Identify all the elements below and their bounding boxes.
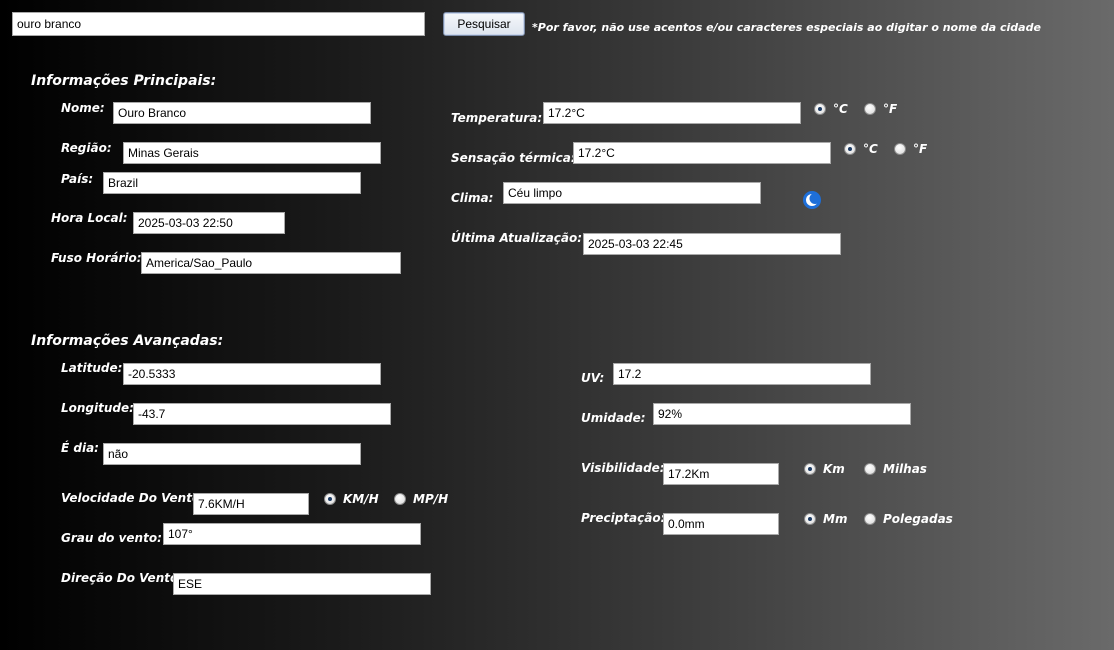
humidity-field[interactable] (653, 403, 911, 425)
wind-direction-field[interactable] (173, 573, 431, 595)
wind-kmh-radio[interactable] (324, 493, 336, 505)
wind-kmh-label: KM/H (343, 492, 379, 506)
precipitation-mm-radio[interactable] (804, 513, 816, 525)
main-info-title: Informações Principais: (31, 73, 217, 89)
wind-degree-label: Grau do vento: (61, 531, 162, 545)
wind-speed-label: Velocidade Do Vento: (61, 491, 205, 505)
country-field[interactable] (103, 172, 361, 194)
temperature-celsius-radio[interactable] (814, 103, 826, 115)
search-note: *Por favor, não use acentos e/ou caracte… (532, 21, 1041, 34)
latitude-field[interactable] (123, 363, 381, 385)
is-day-field[interactable] (103, 443, 361, 465)
crescent-moon-icon (803, 191, 821, 209)
search-button[interactable]: Pesquisar (443, 12, 525, 36)
humidity-label: Umidade: (581, 411, 646, 425)
region-label: Região: (61, 141, 112, 155)
name-label: Nome: (61, 101, 105, 115)
last-update-label: Última Atualização: (451, 231, 583, 245)
country-label: País: (61, 172, 94, 186)
uv-label: UV: (581, 371, 605, 385)
feels-like-celsius-label: °C (863, 142, 878, 156)
city-search-input[interactable] (12, 12, 425, 36)
temperature-field[interactable] (543, 102, 801, 124)
longitude-label: Longitude: (61, 401, 134, 415)
precipitation-inches-label: Polegadas (883, 512, 953, 526)
visibility-km-label: Km (823, 462, 845, 476)
feels-like-fahrenheit-radio[interactable] (894, 143, 906, 155)
timezone-field[interactable] (141, 252, 401, 274)
uv-field[interactable] (613, 363, 871, 385)
local-time-label: Hora Local: (51, 211, 128, 225)
climate-field[interactable] (503, 182, 761, 204)
visibility-label: Visibilidade: (581, 461, 665, 475)
local-time-field[interactable] (133, 212, 285, 234)
precipitation-inches-radio[interactable] (864, 513, 876, 525)
wind-mph-label: MP/H (413, 492, 449, 506)
advanced-info-title: Informações Avançadas: (31, 333, 224, 349)
visibility-miles-radio[interactable] (864, 463, 876, 475)
wind-mph-radio[interactable] (394, 493, 406, 505)
wind-degree-field[interactable] (163, 523, 421, 545)
feels-like-field[interactable] (573, 142, 831, 164)
visibility-field[interactable] (663, 463, 779, 485)
longitude-field[interactable] (133, 403, 391, 425)
precipitation-field[interactable] (663, 513, 779, 535)
temperature-label: Temperatura: (451, 111, 543, 125)
visibility-miles-label: Milhas (883, 462, 927, 476)
wind-direction-label: Direção Do Vento: (61, 571, 184, 585)
feels-like-label: Sensação térmica: (451, 151, 576, 165)
temperature-fahrenheit-radio[interactable] (864, 103, 876, 115)
timezone-label: Fuso Horário: (51, 251, 142, 265)
wind-speed-field[interactable] (193, 493, 309, 515)
feels-like-celsius-radio[interactable] (844, 143, 856, 155)
precipitation-label: Preciptação: (581, 511, 666, 525)
climate-label: Clima: (451, 191, 494, 205)
is-day-label: É dia: (61, 441, 99, 455)
precipitation-mm-label: Mm (823, 512, 848, 526)
temperature-celsius-label: °C (833, 102, 848, 116)
temperature-fahrenheit-label: °F (883, 102, 898, 116)
latitude-label: Latitude: (61, 361, 123, 375)
name-field[interactable] (113, 102, 371, 124)
feels-like-fahrenheit-label: °F (913, 142, 928, 156)
last-update-field[interactable] (583, 233, 841, 255)
region-field[interactable] (123, 142, 381, 164)
visibility-km-radio[interactable] (804, 463, 816, 475)
